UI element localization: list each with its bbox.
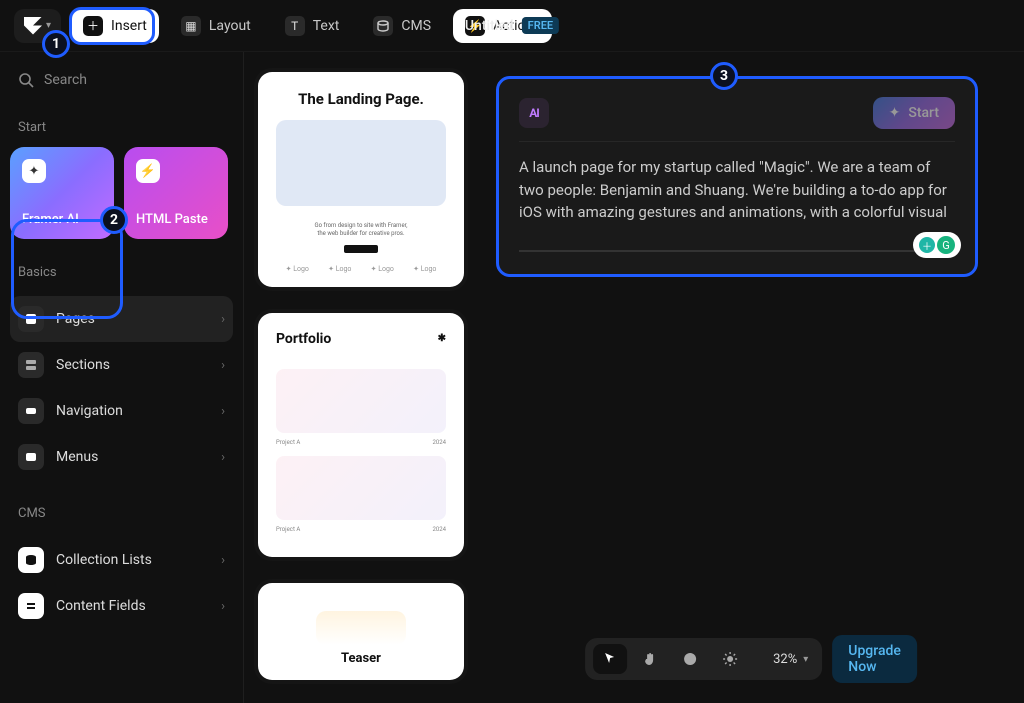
menus-icon bbox=[18, 444, 44, 470]
framer-ai-tile[interactable]: ✦ Framer AI bbox=[10, 147, 114, 239]
search-placeholder: Search bbox=[44, 72, 87, 88]
chevron-right-icon: › bbox=[221, 358, 225, 373]
doc-title-area: Untitled FREE bbox=[465, 17, 559, 34]
upgrade-button[interactable]: Upgrade Now bbox=[832, 635, 917, 683]
framer-ai-label: Framer AI bbox=[22, 212, 102, 227]
grammarly-add-icon: ＋ bbox=[919, 237, 935, 253]
database-icon bbox=[18, 547, 44, 573]
comment-icon bbox=[682, 651, 698, 667]
app-menu-button[interactable]: ▾ bbox=[14, 9, 61, 43]
basics-section-label: Basics bbox=[10, 239, 233, 292]
portfolio-image-1 bbox=[276, 369, 446, 433]
cms-collection-lists[interactable]: Collection Lists › bbox=[10, 537, 233, 583]
template-preview-column: The Landing Page. Go from design to site… bbox=[244, 52, 478, 703]
chevron-right-icon: › bbox=[221, 553, 225, 568]
chevron-right-icon: › bbox=[221, 312, 225, 327]
cms-button[interactable]: CMS bbox=[361, 9, 443, 43]
comment-tool[interactable] bbox=[673, 644, 707, 674]
insert-label: Insert bbox=[111, 18, 147, 34]
ai-icon: AI bbox=[519, 98, 549, 128]
insert-panel: Search Start ✦ Framer AI ⚡ HTML Paste Ba… bbox=[0, 52, 244, 703]
top-toolbar: ▾ ＋ Insert ▦ Layout T Text CMS ⚡ Actions… bbox=[0, 0, 1024, 52]
page-icon bbox=[18, 306, 44, 332]
chevron-right-icon: › bbox=[221, 404, 225, 419]
sparkle-icon: ✦ bbox=[889, 105, 901, 121]
brightness-toggle[interactable] bbox=[713, 644, 747, 674]
ai-start-label: Start bbox=[908, 105, 939, 121]
landing-caption: Go from design to site with Framer, the … bbox=[276, 222, 446, 239]
sparkle-icon: ✦ bbox=[22, 159, 46, 183]
zoom-dropdown[interactable]: 32% ▾ bbox=[753, 644, 814, 674]
navigation-icon bbox=[18, 398, 44, 424]
hand-tool[interactable] bbox=[633, 644, 667, 674]
basics-menus[interactable]: Menus › bbox=[10, 434, 233, 480]
html-paste-tile[interactable]: ⚡ HTML Paste bbox=[124, 147, 228, 239]
search-input[interactable]: Search bbox=[10, 66, 233, 94]
text-icon: T bbox=[285, 16, 305, 36]
chevron-down-icon: ▾ bbox=[803, 654, 808, 665]
ai-prompt-input[interactable] bbox=[519, 156, 955, 228]
text-button[interactable]: T Text bbox=[273, 9, 352, 43]
chevron-right-icon: › bbox=[221, 450, 225, 465]
cursor-tool[interactable] bbox=[593, 644, 627, 674]
plan-badge: FREE bbox=[522, 17, 559, 34]
template-teaser[interactable]: Teaser bbox=[258, 583, 464, 680]
search-icon bbox=[18, 72, 34, 88]
sun-icon bbox=[722, 651, 738, 667]
cursor-icon bbox=[602, 651, 618, 667]
ai-prompt-panel: AI ✦ Start ＋ G bbox=[496, 76, 978, 277]
sections-icon bbox=[18, 352, 44, 378]
basics-sections[interactable]: Sections › bbox=[10, 342, 233, 388]
layout-label: Layout bbox=[209, 18, 251, 34]
gear-icon: ✱ bbox=[438, 333, 446, 344]
cms-label: CMS bbox=[401, 18, 431, 34]
divider bbox=[519, 250, 955, 252]
html-paste-label: HTML Paste bbox=[136, 212, 216, 227]
cms-icon bbox=[373, 16, 393, 36]
layout-button[interactable]: ▦ Layout bbox=[169, 9, 263, 43]
plus-icon: ＋ bbox=[83, 16, 103, 36]
portfolio-title: Portfolio bbox=[276, 331, 331, 347]
insert-button[interactable]: ＋ Insert bbox=[71, 9, 159, 43]
grammarly-logo-icon: G bbox=[937, 236, 955, 254]
hero-placeholder bbox=[276, 120, 446, 206]
logo-row: Logo Logo Logo Logo bbox=[276, 265, 446, 273]
basics-pages[interactable]: Pages › bbox=[10, 296, 233, 342]
template-landing-page[interactable]: The Landing Page. Go from design to site… bbox=[258, 72, 464, 287]
framer-logo-icon bbox=[24, 17, 42, 35]
cta-placeholder bbox=[344, 245, 378, 253]
canvas-area: AI ✦ Start ＋ G bbox=[478, 52, 1024, 703]
doc-title[interactable]: Untitled bbox=[465, 18, 514, 34]
chevron-right-icon: › bbox=[221, 599, 225, 614]
zoom-value: 32% bbox=[763, 652, 803, 667]
canvas-bottom-toolbar: 32% ▾ Upgrade Now bbox=[585, 635, 917, 683]
content-fields-icon bbox=[18, 593, 44, 619]
cms-section-label: CMS bbox=[10, 480, 233, 533]
bolt-icon: ⚡ bbox=[136, 159, 160, 183]
basics-navigation[interactable]: Navigation › bbox=[10, 388, 233, 434]
layout-icon: ▦ bbox=[181, 16, 201, 36]
chevron-down-icon: ▾ bbox=[46, 20, 51, 31]
ai-start-button[interactable]: ✦ Start bbox=[873, 97, 955, 129]
cms-content-fields[interactable]: Content Fields › bbox=[10, 583, 233, 629]
template-portfolio[interactable]: Portfolio ✱ Project A2024 Project A2024 bbox=[258, 313, 464, 557]
landing-title: The Landing Page. bbox=[276, 90, 446, 108]
text-label: Text bbox=[313, 18, 340, 34]
teaser-title: Teaser bbox=[276, 651, 446, 666]
portfolio-image-2 bbox=[276, 456, 446, 520]
start-section-label: Start bbox=[10, 94, 233, 147]
teaser-placeholder bbox=[316, 611, 406, 645]
hand-icon bbox=[642, 651, 658, 667]
grammarly-widget[interactable]: ＋ G bbox=[913, 232, 961, 258]
